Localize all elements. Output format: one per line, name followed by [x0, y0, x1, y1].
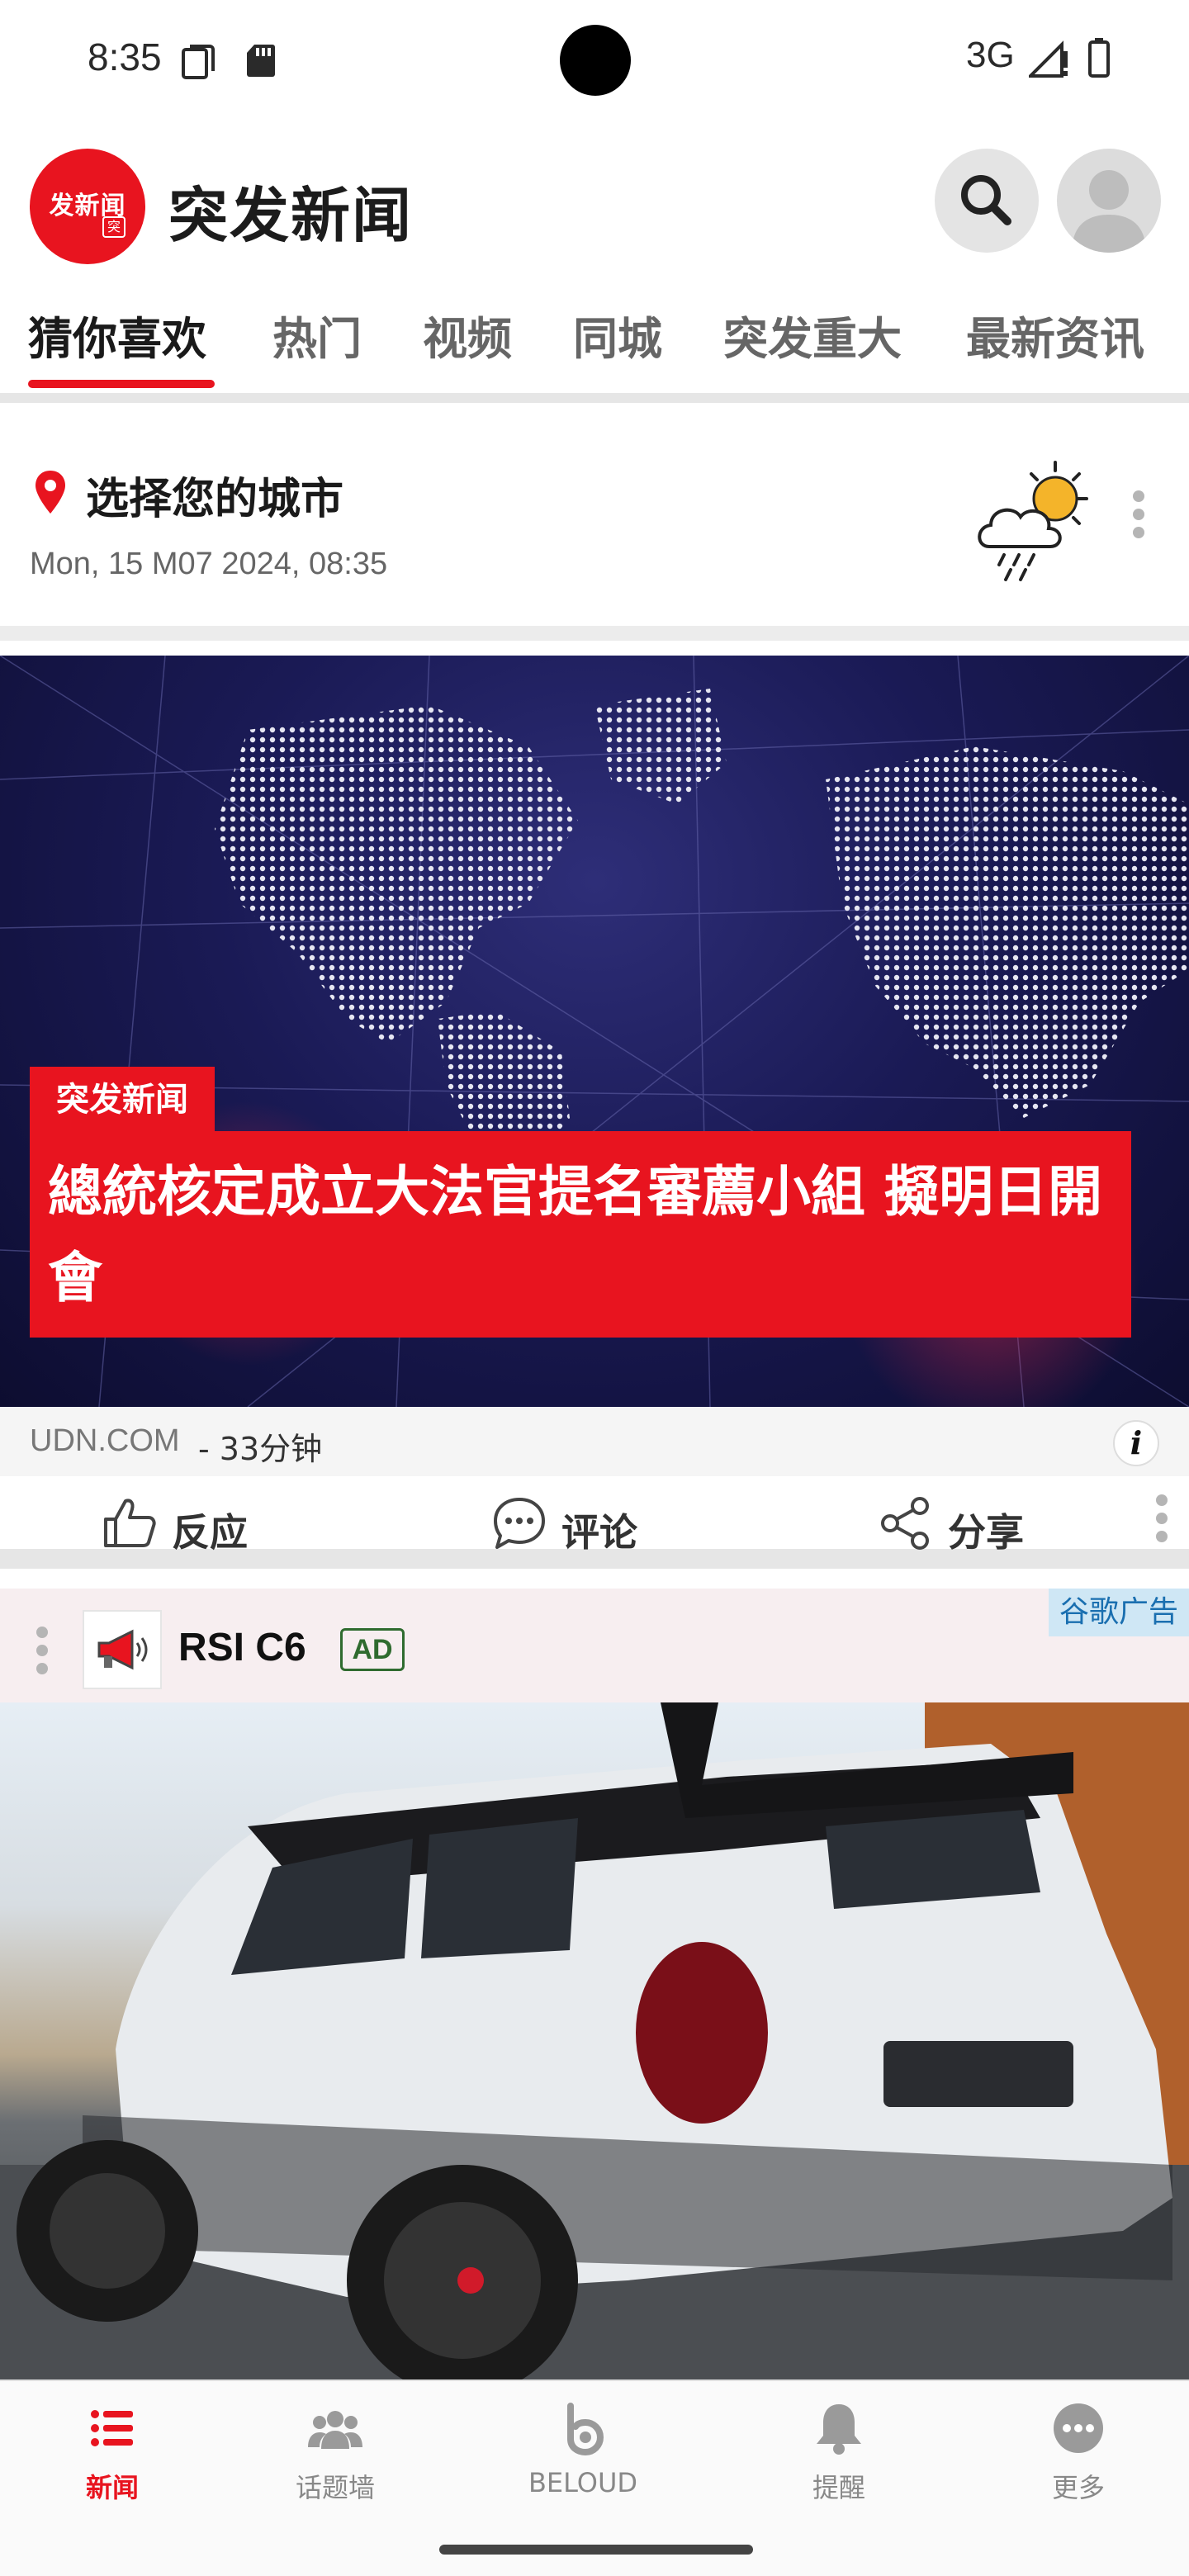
news-source[interactable]: UDN.COM — [30, 1423, 180, 1459]
ad-logo[interactable] — [83, 1610, 162, 1689]
tab-local[interactable]: 同城 — [573, 302, 662, 367]
network-type: 3G — [966, 35, 1015, 75]
google-ad-label[interactable]: 谷歌广告 — [1049, 1589, 1189, 1636]
nav-beloud[interactable]: BELOUD — [500, 2399, 666, 2515]
tab-video[interactable]: 视频 — [423, 302, 512, 367]
status-bar: 8:35 3G — [0, 0, 1189, 116]
ad-badge: AD — [340, 1628, 405, 1671]
thumbs-up-icon — [104, 1499, 156, 1547]
news-list-icon — [91, 2410, 133, 2446]
nav-alerts[interactable]: 提醒 — [756, 2399, 921, 2515]
avatar-icon — [1072, 170, 1146, 253]
app-title: 突发新闻 — [168, 181, 414, 250]
location-pin-icon[interactable] — [33, 469, 68, 515]
logo-badge: 突 — [102, 216, 126, 238]
share-label: 分享 — [948, 1510, 1024, 1555]
nav-topics[interactable]: 话题墙 — [253, 2399, 418, 2515]
ad-header: 谷歌广告 RSI C6 AD — [0, 1589, 1189, 1702]
nav-news[interactable]: 新闻 — [30, 2399, 195, 2515]
hero-title-box: 總統核定成立大法官提名審薦小組 擬明日開會 — [30, 1131, 1131, 1338]
comment-icon — [494, 1498, 545, 1549]
search-button[interactable] — [935, 149, 1039, 253]
bottom-navigation: 新闻 话题墙 BELOUD 提醒 更多 — [0, 2379, 1189, 2576]
active-tab-indicator — [28, 380, 215, 388]
news-source-row: UDN.COM - 33分钟 i — [0, 1407, 1189, 1476]
news-more-button[interactable] — [1151, 1489, 1171, 1556]
nav-more[interactable]: 更多 — [996, 2399, 1161, 2515]
beloud-icon — [567, 2403, 604, 2456]
logo-text: 发新闻 — [49, 192, 126, 220]
weather-card: 选择您的城市 Mon, 15 M07 2024, 08:35 — [0, 413, 1189, 641]
community-icon — [308, 2411, 362, 2449]
tab-breaking[interactable]: 突发重大 — [723, 302, 902, 367]
megaphone-icon — [97, 1629, 148, 1670]
hero-category-tag: 突发新闻 — [30, 1067, 215, 1133]
home-indicator[interactable] — [439, 2545, 753, 2555]
nav-more-label: 更多 — [1051, 2472, 1105, 2503]
weather-more-button[interactable] — [1128, 487, 1148, 553]
news-time: - 33分钟 — [198, 1431, 323, 1467]
current-datetime: Mon, 15 M07 2024, 08:35 — [30, 547, 388, 581]
select-city-link[interactable]: 选择您的城市 — [86, 464, 343, 526]
nav-alerts-label: 提醒 — [812, 2472, 865, 2503]
avatar-button[interactable] — [1057, 149, 1161, 253]
nav-news-label: 新闻 — [85, 2472, 139, 2503]
sd-card-icon — [247, 45, 275, 77]
tab-recommended[interactable]: 猜你喜欢 — [28, 302, 206, 367]
share-icon — [881, 1497, 929, 1550]
advertiser-name[interactable]: RSI C6 — [178, 1625, 306, 1670]
tab-latest[interactable]: 最新资讯 — [966, 302, 1144, 367]
nav-topics-label: 话题墙 — [295, 2472, 375, 2503]
camera-cutout — [560, 25, 631, 96]
nav-beloud-label: BELOUD — [528, 2467, 638, 2498]
app-header: 发新闻 突 突发新闻 — [0, 140, 1189, 281]
battery-icon — [1088, 38, 1110, 78]
tab-hot[interactable]: 热门 — [272, 302, 362, 367]
status-time: 8:35 — [88, 36, 162, 78]
react-label: 反应 — [172, 1510, 248, 1555]
cloud-sun-rain-icon — [978, 461, 1088, 581]
category-tabs: 猜你喜欢 热门 视频 同城 突发重大 最新资讯 — [0, 287, 1189, 403]
car-illustration — [0, 1702, 1189, 2379]
ad-car-image[interactable] — [0, 1702, 1189, 2379]
more-icon — [1054, 2403, 1103, 2453]
bell-icon — [817, 2404, 861, 2455]
comment-label: 评论 — [561, 1510, 637, 1555]
ad-more-button[interactable] — [31, 1622, 51, 1688]
hero-headline[interactable]: 總統核定成立大法官提名審薦小組 擬明日開會 — [48, 1149, 1113, 1321]
news-actions-bar: 反应 评论 分享 — [0, 1476, 1189, 1569]
info-icon[interactable]: i — [1113, 1420, 1159, 1466]
hero-news-card[interactable]: 突发新闻 總統核定成立大法官提名審薦小組 擬明日開會 — [0, 656, 1189, 1407]
screen-copy-icon — [182, 45, 215, 79]
app-logo[interactable]: 发新闻 突 — [30, 149, 145, 264]
signal-icon — [1029, 40, 1068, 78]
search-icon — [961, 175, 1011, 225]
